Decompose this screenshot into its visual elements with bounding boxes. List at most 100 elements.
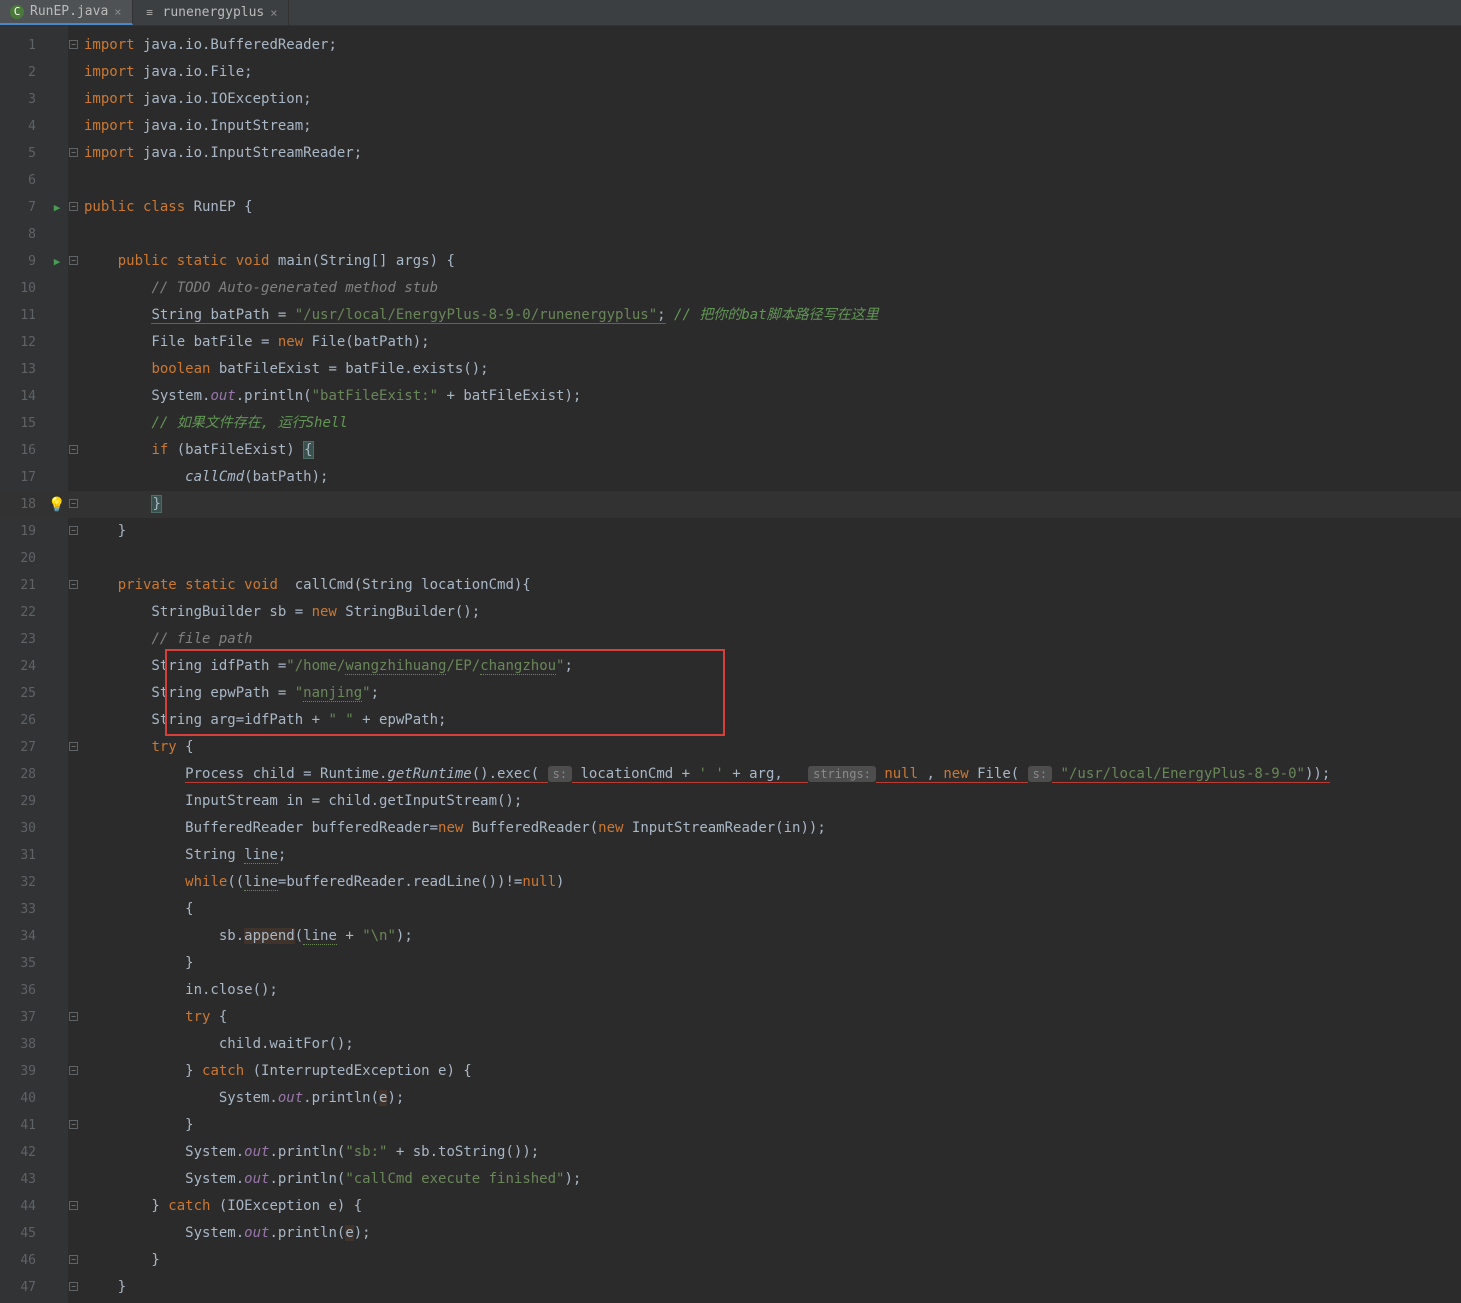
code-line[interactable] <box>80 167 1461 194</box>
fold-toggle-icon[interactable]: − <box>69 1012 78 1021</box>
fold-toggle-icon[interactable]: − <box>69 1255 78 1264</box>
line-number[interactable]: 27 <box>0 734 46 761</box>
line-number[interactable]: 12 <box>0 329 46 356</box>
code-line[interactable]: Process child = Runtime.getRuntime().exe… <box>80 761 1461 788</box>
line-number[interactable]: 41 <box>0 1112 46 1139</box>
fold-toggle-icon[interactable]: − <box>69 1201 78 1210</box>
line-number[interactable]: 28 <box>0 761 46 788</box>
code-line[interactable]: try { <box>80 1004 1461 1031</box>
code-line[interactable]: StringBuilder sb = new StringBuilder(); <box>80 599 1461 626</box>
line-number[interactable]: 2 <box>0 59 46 86</box>
line-number[interactable]: 19 <box>0 518 46 545</box>
code-line[interactable]: if (batFileExist) { <box>80 437 1461 464</box>
code-line[interactable]: public static void main(String[] args) { <box>80 248 1461 275</box>
code-line[interactable]: String line; <box>80 842 1461 869</box>
code-line[interactable]: } catch (IOException e) { <box>80 1193 1461 1220</box>
code-line[interactable]: public class RunEP { <box>80 194 1461 221</box>
close-icon[interactable]: × <box>270 6 277 20</box>
intention-bulb-icon[interactable]: 💡 <box>48 497 65 513</box>
run-icon[interactable]: ▶ <box>54 255 61 268</box>
fold-toggle-icon[interactable]: − <box>69 580 78 589</box>
tab-runep-java[interactable]: C RunEP.java × <box>0 0 133 25</box>
code-line[interactable]: // file path <box>80 626 1461 653</box>
line-number[interactable]: 26 <box>0 707 46 734</box>
close-icon[interactable]: × <box>114 5 121 19</box>
line-number[interactable]: 17 <box>0 464 46 491</box>
fold-toggle-icon[interactable]: − <box>69 1120 78 1129</box>
code-line[interactable]: InputStream in = child.getInputStream(); <box>80 788 1461 815</box>
line-number[interactable]: 46 <box>0 1247 46 1274</box>
fold-toggle-icon[interactable]: − <box>69 256 78 265</box>
code-line[interactable]: } catch (InterruptedException e) { <box>80 1058 1461 1085</box>
line-number[interactable]: 21 <box>0 572 46 599</box>
code-line[interactable]: File batFile = new File(batPath); <box>80 329 1461 356</box>
fold-toggle-icon[interactable]: − <box>69 1066 78 1075</box>
code-line[interactable]: import java.io.IOException; <box>80 86 1461 113</box>
line-number[interactable]: 8 <box>0 221 46 248</box>
fold-toggle-icon[interactable]: − <box>69 526 78 535</box>
fold-toggle-icon[interactable]: − <box>69 40 78 49</box>
code-line[interactable]: String arg=idfPath + " " + epwPath; <box>80 707 1461 734</box>
line-number[interactable]: 4 <box>0 113 46 140</box>
code-line[interactable]: in.close(); <box>80 977 1461 1004</box>
line-number[interactable]: 9 <box>0 248 46 275</box>
code-line[interactable]: // TODO Auto-generated method stub <box>80 275 1461 302</box>
line-number[interactable]: 45 <box>0 1220 46 1247</box>
line-number[interactable]: 43 <box>0 1166 46 1193</box>
line-number[interactable]: 30 <box>0 815 46 842</box>
line-number[interactable]: 6 <box>0 167 46 194</box>
fold-toggle-icon[interactable]: − <box>69 499 78 508</box>
line-number[interactable]: 24 <box>0 653 46 680</box>
line-number[interactable]: 22 <box>0 599 46 626</box>
run-icon[interactable]: ▶ <box>54 201 61 214</box>
code-line[interactable]: import java.io.BufferedReader; <box>80 32 1461 59</box>
line-number[interactable]: 37 <box>0 1004 46 1031</box>
tab-runenergyplus[interactable]: ≡ runenergyplus × <box>133 0 289 25</box>
line-number[interactable]: 20 <box>0 545 46 572</box>
code-line[interactable]: String idfPath ="/home/wangzhihuang/EP/c… <box>80 653 1461 680</box>
line-number[interactable]: 14 <box>0 383 46 410</box>
code-line[interactable]: sb.append(line + "\n"); <box>80 923 1461 950</box>
code-line[interactable]: private static void callCmd(String locat… <box>80 572 1461 599</box>
line-number[interactable]: 33 <box>0 896 46 923</box>
code-line[interactable]: System.out.println("sb:" + sb.toString()… <box>80 1139 1461 1166</box>
line-number[interactable]: 7 <box>0 194 46 221</box>
line-number[interactable]: 40 <box>0 1085 46 1112</box>
line-number[interactable]: 39 <box>0 1058 46 1085</box>
line-number[interactable]: 23 <box>0 626 46 653</box>
code-line[interactable]: callCmd(batPath); <box>80 464 1461 491</box>
fold-toggle-icon[interactable]: − <box>69 202 78 211</box>
code-line[interactable]: import java.io.InputStreamReader; <box>80 140 1461 167</box>
line-number[interactable]: 10 <box>0 275 46 302</box>
code-line[interactable]: import java.io.File; <box>80 59 1461 86</box>
line-number[interactable]: 42 <box>0 1139 46 1166</box>
code-line[interactable]: try { <box>80 734 1461 761</box>
code-line[interactable] <box>80 221 1461 248</box>
line-number[interactable]: 47 <box>0 1274 46 1301</box>
code-line[interactable]: // 如果文件存在, 运行Shell <box>80 410 1461 437</box>
code-line[interactable]: } <box>80 1274 1461 1301</box>
code-line[interactable]: } <box>80 1247 1461 1274</box>
fold-toggle-icon[interactable]: − <box>69 1282 78 1291</box>
line-number[interactable]: 38 <box>0 1031 46 1058</box>
code-line[interactable]: } <box>80 518 1461 545</box>
code-line[interactable]: String epwPath = "nanjing"; <box>80 680 1461 707</box>
line-number[interactable]: 32 <box>0 869 46 896</box>
code-line[interactable]: import java.io.InputStream; <box>80 113 1461 140</box>
line-number[interactable]: 13 <box>0 356 46 383</box>
code-line[interactable]: System.out.println(e); <box>80 1220 1461 1247</box>
code-line[interactable]: String batPath = "/usr/local/EnergyPlus-… <box>80 302 1461 329</box>
fold-toggle-icon[interactable]: − <box>69 445 78 454</box>
line-number[interactable]: 5 <box>0 140 46 167</box>
line-number[interactable]: 31 <box>0 842 46 869</box>
line-number[interactable]: 36 <box>0 977 46 1004</box>
line-number-gutter[interactable]: 1234567891011121314151617181920212223242… <box>0 26 46 1303</box>
code-line[interactable]: child.waitFor(); <box>80 1031 1461 1058</box>
code-line[interactable]: } <box>80 491 1461 518</box>
line-number[interactable]: 16 <box>0 437 46 464</box>
code-line[interactable]: { <box>80 896 1461 923</box>
line-number[interactable]: 18 <box>0 491 46 518</box>
code-line[interactable]: boolean batFileExist = batFile.exists(); <box>80 356 1461 383</box>
line-number[interactable]: 25 <box>0 680 46 707</box>
code-line[interactable]: System.out.println("batFileExist:" + bat… <box>80 383 1461 410</box>
